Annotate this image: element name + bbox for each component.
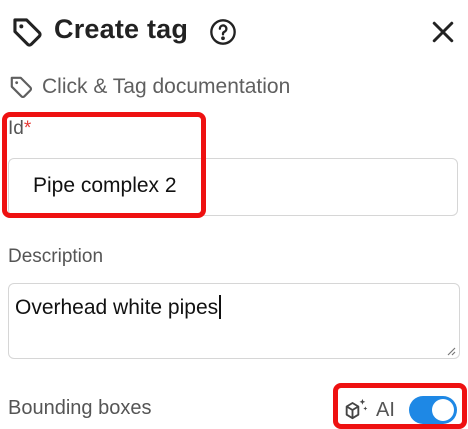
tag-icon — [10, 15, 44, 49]
text-caret — [219, 295, 221, 319]
required-marker: * — [23, 118, 32, 139]
ai-label: AI — [376, 398, 395, 421]
id-label-text: Id — [8, 118, 24, 139]
description-textarea-value: Overhead white pipes — [15, 295, 221, 320]
tag-outline-icon — [8, 74, 34, 100]
description-field-label: Description — [8, 246, 104, 267]
description-text: Overhead white pipes — [15, 296, 219, 319]
resize-handle-icon[interactable] — [444, 343, 456, 356]
create-tag-panel: Create tag Click & Tag documentation Id*… — [0, 0, 468, 429]
close-icon — [432, 21, 454, 43]
panel-header: Create tag — [0, 0, 468, 64]
documentation-link-label: Click & Tag documentation — [42, 75, 291, 98]
help-button[interactable] — [209, 18, 237, 46]
bounding-boxes-label: Bounding boxes — [8, 397, 152, 419]
description-textarea[interactable]: Overhead white pipes — [8, 283, 460, 359]
ai-cube-sparkle-icon — [342, 396, 370, 424]
toggle-knob — [431, 399, 454, 421]
close-button[interactable] — [428, 17, 458, 47]
page-title: Create tag — [54, 14, 189, 44]
ai-bounding-box-control: AI — [342, 393, 457, 427]
ai-toggle[interactable] — [408, 396, 457, 424]
id-field-label: Id* — [8, 118, 31, 140]
help-circle-icon — [210, 19, 236, 45]
id-input-value: Pipe complex 2 — [33, 174, 177, 197]
id-input[interactable]: Pipe complex 2 — [8, 158, 458, 216]
documentation-link[interactable]: Click & Tag documentation — [8, 72, 290, 102]
